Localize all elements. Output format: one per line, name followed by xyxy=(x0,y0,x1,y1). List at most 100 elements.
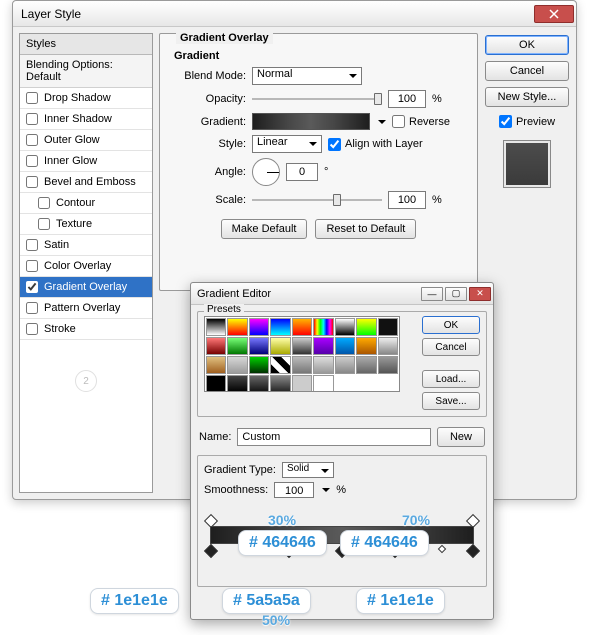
ge-ok-button[interactable]: OK xyxy=(422,316,480,334)
preset-swatch[interactable] xyxy=(270,337,290,355)
preset-swatch[interactable] xyxy=(227,337,247,355)
new-style-button[interactable]: New Style... xyxy=(485,87,569,107)
style-checkbox[interactable] xyxy=(26,323,38,335)
preset-swatch[interactable] xyxy=(292,318,312,336)
ge-close-button[interactable]: ✕ xyxy=(469,287,491,301)
style-checkbox[interactable] xyxy=(26,155,38,167)
preset-swatch[interactable] xyxy=(378,318,398,336)
preview-checkbox[interactable]: Preview xyxy=(499,115,555,128)
preset-swatch[interactable] xyxy=(249,337,269,355)
smoothness-arrow[interactable] xyxy=(320,484,330,496)
make-default-button[interactable]: Make Default xyxy=(221,219,308,239)
style-item-drop-shadow[interactable]: Drop Shadow xyxy=(20,88,152,109)
preset-swatch[interactable] xyxy=(270,356,290,374)
styles-header[interactable]: Styles xyxy=(20,34,152,55)
ok-button[interactable]: OK xyxy=(485,35,569,55)
style-item-inner-glow[interactable]: Inner Glow xyxy=(20,151,152,172)
preset-swatch[interactable] xyxy=(227,375,247,392)
reset-default-button[interactable]: Reset to Default xyxy=(315,219,416,239)
preview-swatch xyxy=(503,140,551,188)
color-stop[interactable] xyxy=(466,544,480,558)
style-item-bevel-and-emboss[interactable]: Bevel and Emboss xyxy=(20,172,152,193)
blending-options-row[interactable]: Blending Options: Default xyxy=(20,55,152,88)
preset-swatch[interactable] xyxy=(335,337,355,355)
preset-swatch[interactable] xyxy=(356,318,376,336)
preset-swatch[interactable] xyxy=(335,318,355,336)
ge-load-button[interactable]: Load... xyxy=(422,370,480,388)
gradient-picker-arrow[interactable] xyxy=(376,116,386,128)
ge-save-button[interactable]: Save... xyxy=(422,392,480,410)
style-item-inner-shadow[interactable]: Inner Shadow xyxy=(20,109,152,130)
style-label: Inner Shadow xyxy=(44,113,112,125)
preset-swatch[interactable] xyxy=(292,356,312,374)
titlebar[interactable]: Layer Style xyxy=(13,1,576,27)
opacity-value[interactable]: 100 xyxy=(388,90,426,108)
style-checkbox[interactable] xyxy=(38,218,50,230)
preset-swatch[interactable] xyxy=(249,318,269,336)
style-item-contour[interactable]: Contour xyxy=(20,193,152,214)
style-checkbox[interactable] xyxy=(38,197,50,209)
grad-type-select[interactable]: Solid xyxy=(282,462,334,478)
preset-swatch[interactable] xyxy=(270,318,290,336)
angle-dial[interactable] xyxy=(252,158,280,186)
preset-swatch[interactable] xyxy=(249,356,269,374)
ge-new-button[interactable]: New xyxy=(437,427,485,447)
cancel-button[interactable]: Cancel xyxy=(485,61,569,81)
style-item-pattern-overlay[interactable]: Pattern Overlay xyxy=(20,298,152,319)
style-checkbox[interactable] xyxy=(26,239,38,251)
style-item-gradient-overlay[interactable]: Gradient Overlay xyxy=(20,277,152,298)
style-select[interactable]: Linear xyxy=(252,135,322,153)
anno-30pct: 30% xyxy=(264,512,300,528)
angle-value[interactable]: 0 xyxy=(286,163,318,181)
preset-swatch[interactable] xyxy=(292,337,312,355)
window-close-button[interactable] xyxy=(534,5,574,23)
style-checkbox[interactable] xyxy=(26,113,38,125)
preset-swatch[interactable] xyxy=(206,375,226,392)
ge-cancel-button[interactable]: Cancel xyxy=(422,338,480,356)
preset-swatch[interactable] xyxy=(313,318,333,336)
style-item-stroke[interactable]: Stroke xyxy=(20,319,152,340)
style-item-texture[interactable]: Texture xyxy=(20,214,152,235)
scale-value[interactable]: 100 xyxy=(388,191,426,209)
preset-swatch[interactable] xyxy=(356,356,376,374)
preset-swatch[interactable] xyxy=(313,356,333,374)
preset-grid[interactable] xyxy=(204,316,400,392)
preset-swatch[interactable] xyxy=(335,356,355,374)
style-checkbox[interactable] xyxy=(26,281,38,293)
preset-swatch[interactable] xyxy=(292,375,312,392)
gradient-swatch[interactable] xyxy=(252,113,370,130)
style-checkbox[interactable] xyxy=(26,260,38,272)
preset-swatch[interactable] xyxy=(313,337,333,355)
blend-mode-select[interactable]: Normal xyxy=(252,67,362,85)
style-checkbox[interactable] xyxy=(26,176,38,188)
preset-swatch[interactable] xyxy=(206,356,226,374)
preset-swatch[interactable] xyxy=(378,337,398,355)
style-item-outer-glow[interactable]: Outer Glow xyxy=(20,130,152,151)
style-item-satin[interactable]: Satin xyxy=(20,235,152,256)
preset-swatch[interactable] xyxy=(206,318,226,336)
anno-color-1e1e1e-a: # 1e1e1e xyxy=(90,588,179,614)
scale-slider[interactable] xyxy=(252,193,382,207)
preset-swatch[interactable] xyxy=(270,375,290,392)
color-stop[interactable] xyxy=(204,544,218,558)
style-checkbox[interactable] xyxy=(26,92,38,104)
ge-titlebar[interactable]: Gradient Editor — ▢ ✕ xyxy=(191,283,493,305)
smoothness-value[interactable]: 100 xyxy=(274,482,314,498)
preset-swatch[interactable] xyxy=(249,375,269,392)
midpoint-marker[interactable] xyxy=(437,545,445,553)
preset-swatch[interactable] xyxy=(313,375,333,392)
minimize-button[interactable]: — xyxy=(421,287,443,301)
opacity-slider[interactable] xyxy=(252,92,382,106)
preset-swatch[interactable] xyxy=(206,337,226,355)
align-with-layer-checkbox[interactable]: Align with Layer xyxy=(328,138,423,151)
style-checkbox[interactable] xyxy=(26,302,38,314)
preset-swatch[interactable] xyxy=(227,356,247,374)
preset-swatch[interactable] xyxy=(378,356,398,374)
reverse-checkbox[interactable]: Reverse xyxy=(392,115,450,128)
ge-name-input[interactable] xyxy=(237,428,431,446)
preset-swatch[interactable] xyxy=(227,318,247,336)
maximize-button[interactable]: ▢ xyxy=(445,287,467,301)
style-item-color-overlay[interactable]: Color Overlay xyxy=(20,256,152,277)
preset-swatch[interactable] xyxy=(356,337,376,355)
style-checkbox[interactable] xyxy=(26,134,38,146)
